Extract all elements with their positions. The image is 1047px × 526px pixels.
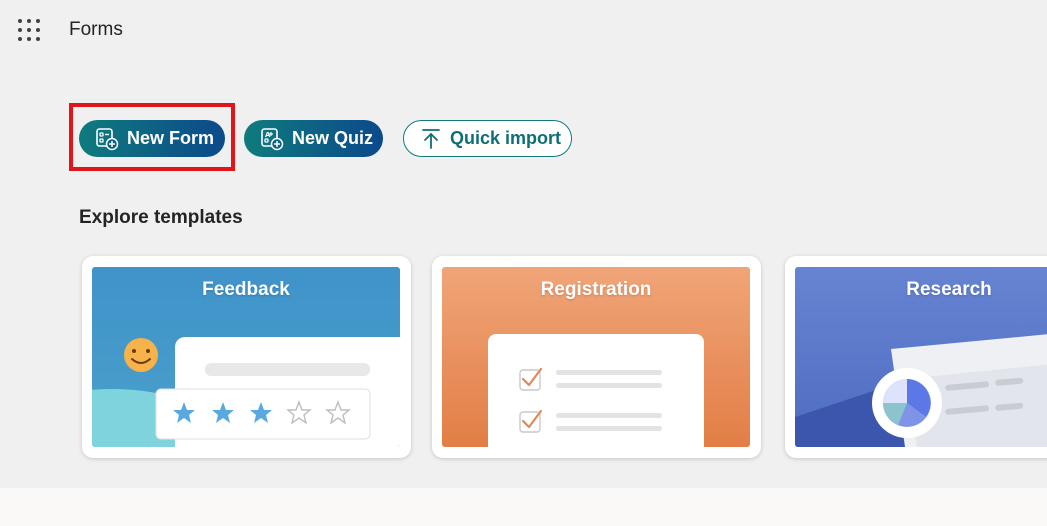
new-quiz-button[interactable]: A New Quiz (244, 120, 383, 157)
template-card-title: Feedback (202, 279, 290, 300)
checkbox-checked-icon (519, 367, 543, 391)
waffle-grid-icon (18, 19, 40, 41)
new-form-label: New Form (127, 128, 215, 148)
quiz-add-icon: A (261, 127, 284, 150)
quick-import-label: Quick import (450, 128, 562, 148)
emoji-smile-icon (124, 338, 158, 372)
footer-band (0, 488, 1047, 526)
app-launcher-button[interactable] (16, 17, 42, 43)
research-illustration: Research (795, 267, 1047, 447)
upload-arrow-icon (422, 128, 440, 149)
template-card-feedback[interactable]: Feedback (82, 256, 411, 458)
template-card-title: Registration (540, 279, 652, 300)
registration-illustration: Registration (442, 267, 750, 447)
app-title[interactable]: Forms (69, 19, 123, 41)
explore-templates-heading: Explore templates (79, 207, 243, 228)
new-form-button[interactable]: New Form (79, 120, 225, 157)
form-add-icon (96, 127, 119, 150)
template-card-title: Research (906, 279, 992, 300)
template-card-research[interactable]: Research (785, 256, 1047, 458)
feedback-illustration: Feedback (92, 267, 400, 447)
template-card-registration[interactable]: Registration (432, 256, 761, 458)
forms-home: Forms New Form A New Quiz Quick import E… (0, 0, 1047, 526)
new-quiz-label: New Quiz (292, 128, 374, 148)
svg-text:A: A (265, 131, 271, 139)
pie-chart-icon (872, 368, 942, 438)
quick-import-button[interactable]: Quick import (403, 120, 572, 157)
checkbox-checked-icon (519, 409, 543, 433)
